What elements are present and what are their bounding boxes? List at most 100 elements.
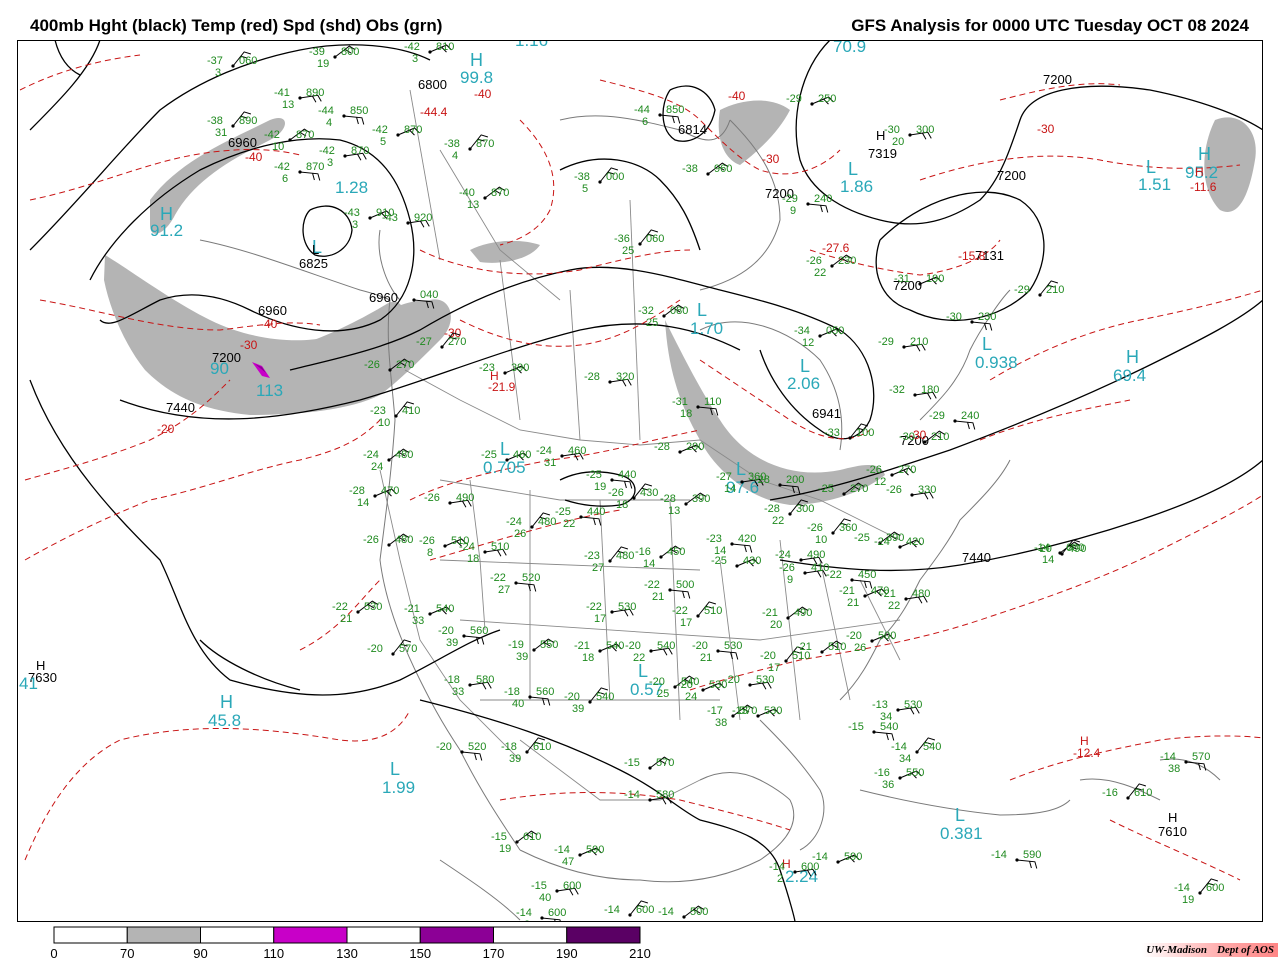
ob-temperature: -26 — [364, 359, 380, 371]
ob-height: 600 — [636, 904, 654, 916]
ob-height: 460 — [513, 449, 531, 461]
ob-dewpoint-depression: 27 — [498, 584, 510, 596]
ob-temperature: -26 — [807, 522, 823, 534]
ob-height: 870 — [491, 187, 509, 199]
ob-height: 480 — [395, 534, 413, 546]
station-dot — [818, 334, 822, 338]
ob-dewpoint-depression: 10 — [272, 141, 284, 153]
ob-temperature: -19 — [508, 639, 524, 651]
station-dot — [913, 393, 917, 397]
ob-height: 610 — [533, 741, 551, 753]
ob-temperature: -28 — [654, 441, 670, 453]
ob-temperature: -30 — [884, 124, 900, 136]
ob-height: 580 — [656, 789, 674, 801]
ob-height: 540 — [880, 721, 898, 733]
low-marker: L — [848, 159, 858, 179]
ob-height: 570 — [399, 643, 417, 655]
ob-temperature: -42 — [372, 124, 388, 136]
ob-height: 510 — [704, 605, 722, 617]
height-label: 6960 — [258, 303, 287, 318]
ob-height: 530 — [904, 699, 922, 711]
ob-dewpoint-depression: 21 — [340, 613, 352, 625]
analysis-time-title: GFS Analysis for 0000 UTC Tuesday OCT 08… — [851, 16, 1249, 35]
ob-dewpoint-depression: 36 — [882, 779, 894, 791]
ob-temperature: -14 — [624, 789, 640, 801]
station-dot — [610, 610, 614, 614]
ob-temperature: -38 — [682, 163, 698, 175]
station-dot — [578, 853, 582, 857]
ob-temperature: -30 — [899, 431, 915, 443]
ob-temperature: -28 — [764, 503, 780, 515]
ob-height: 600 — [1206, 882, 1224, 894]
legend-swatch — [126, 926, 201, 944]
ob-temperature: -25 — [481, 449, 497, 461]
ob-height: 190 — [926, 273, 944, 285]
ob-height: 870 — [306, 161, 324, 173]
ob-dewpoint-depression: 2 — [777, 873, 783, 885]
weather-map: 6800 6960 6825 6960 6960 7200 7440 6814 … — [17, 40, 1263, 922]
ob-temperature: -24 — [775, 549, 791, 561]
speed-label: 1.70 — [690, 319, 723, 338]
speed-label: 1.99 — [382, 778, 415, 797]
ob-dewpoint-depression: 33 — [452, 686, 464, 698]
ob-height: 570 — [1192, 751, 1210, 763]
station-dot — [1126, 796, 1130, 800]
ob-height: 870 — [404, 124, 422, 136]
ob-temperature: -38 — [207, 115, 223, 127]
low-marker: L — [955, 805, 965, 825]
ob-dewpoint-depression: 22 — [772, 515, 784, 527]
ob-height: 510 — [828, 641, 846, 653]
station-dot — [678, 450, 682, 454]
station-dot — [298, 170, 302, 174]
station-dot — [696, 405, 700, 409]
station-dot — [483, 196, 487, 200]
legend-swatch — [53, 926, 128, 944]
ob-height: 530 — [756, 674, 774, 686]
station-dot — [898, 776, 902, 780]
ob-temperature: -16 — [874, 767, 890, 779]
station-dot — [784, 659, 788, 663]
station-dot — [628, 913, 632, 917]
ob-height: 060 — [239, 55, 257, 67]
ob-temperature: -24 — [874, 536, 890, 548]
ob-dewpoint-depression: 4 — [326, 117, 332, 129]
ob-dewpoint-depression: 31 — [215, 127, 227, 139]
speed-color-legend: 0 70 90 110 130 150 170 190 210 — [50, 926, 651, 960]
ob-temperature: -21 — [404, 603, 420, 615]
station-dot — [440, 345, 444, 349]
ob-temperature: -36 — [614, 233, 630, 245]
credit-dept: Dept of AOS — [1216, 944, 1274, 956]
ob-temperature: -27 — [416, 336, 432, 348]
ob-height: 610 — [1134, 787, 1152, 799]
height-label: 6941 — [812, 406, 841, 421]
station-dot — [333, 55, 337, 59]
ob-dewpoint-depression: 40 — [539, 892, 551, 904]
station-dot — [288, 138, 292, 142]
credit-org: UW-Madison — [1146, 944, 1207, 956]
ob-height: 560 — [536, 686, 554, 698]
ob-temperature: -33 — [824, 427, 840, 439]
ob-height: 530 — [764, 705, 782, 717]
ob-temperature: -26 — [866, 464, 882, 476]
station-dot — [970, 320, 974, 324]
ob-dewpoint-depression: 13 — [467, 199, 479, 211]
station-dot — [915, 750, 919, 754]
ob-height: 450 — [858, 569, 876, 581]
ob-height: 580 — [476, 674, 494, 686]
station-dot — [668, 588, 672, 592]
ob-height: 540 — [596, 691, 614, 703]
ob-temperature: -18 — [501, 741, 517, 753]
ob-dewpoint-depression: 20 — [892, 136, 904, 148]
station-dot — [902, 345, 906, 349]
ob-temperature: -38 — [444, 138, 460, 150]
ob-height: 100 — [856, 427, 874, 439]
ob-height: 420 — [906, 536, 924, 548]
ob-height: 600 — [1066, 542, 1084, 554]
ob-height: 480 — [616, 550, 634, 562]
ob-temperature: -22 — [332, 601, 348, 613]
ob-temperature: -20 — [367, 643, 383, 655]
ob-height: 540 — [606, 640, 624, 652]
ob-temperature: -14 — [516, 907, 532, 919]
station-dot — [528, 695, 532, 699]
temp-label: -15.8 — [958, 249, 986, 263]
